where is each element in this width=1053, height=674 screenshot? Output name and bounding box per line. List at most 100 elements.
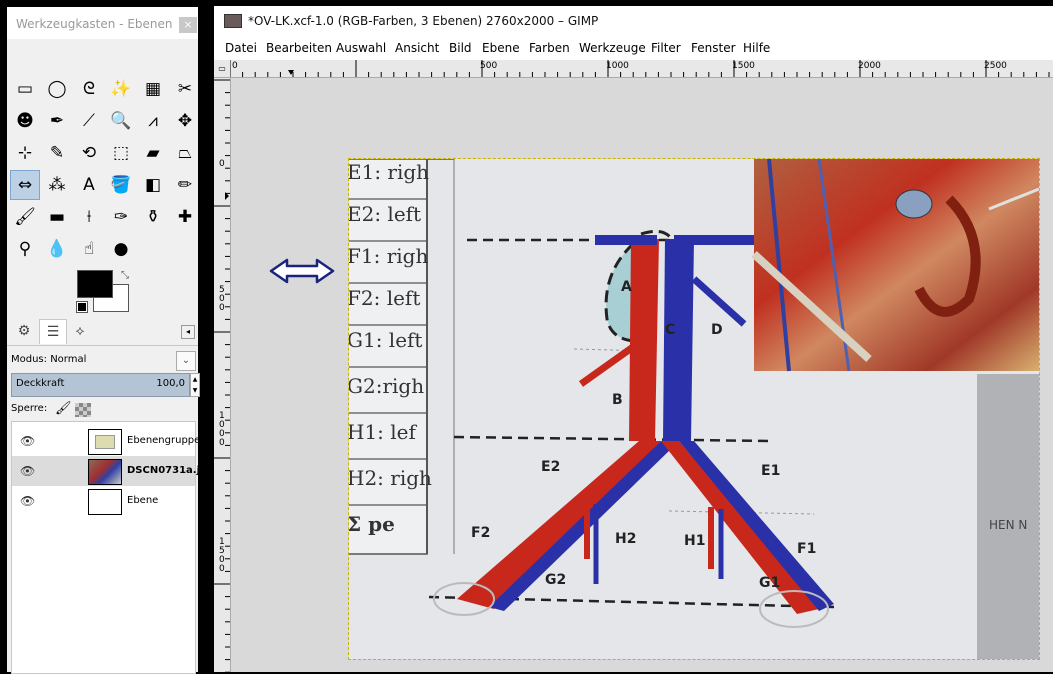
foreground-select-icon[interactable]: ☻ — [11, 107, 39, 135]
clone-icon[interactable]: ⚱ — [139, 203, 167, 231]
align-icon[interactable]: ⊹ — [11, 139, 39, 167]
paintbrush-icon[interactable]: 🖌 — [11, 203, 39, 231]
blur-icon[interactable]: 💧 — [43, 235, 71, 263]
opacity-spinner[interactable]: ▲ ▼ — [190, 373, 200, 397]
toolbox-titlebar[interactable]: Werkzeugkasten - Ebenen × — [7, 7, 198, 39]
ellipse-select-icon[interactable]: ◯ — [43, 75, 71, 103]
hruler-label: 0 — [232, 61, 238, 71]
image-label: H2 — [615, 531, 636, 547]
menu-filter[interactable]: Filter — [651, 41, 681, 55]
layer-row[interactable]: 👁 DSCN0731a.jp — [12, 456, 207, 486]
canvas-area[interactable]: A B C D E1 E2 F1 F2 G1 G2 H1 H2 E1: righ… — [231, 78, 1053, 672]
lock-alpha-icon[interactable] — [75, 403, 91, 417]
swap-colors-icon[interactable]: ⤡ — [121, 270, 129, 281]
zoom-icon[interactable]: 🔍 — [107, 107, 135, 135]
opacity-value: 100,0 — [156, 378, 185, 389]
mode-label[interactable]: Modus: Normal — [11, 354, 86, 365]
free-select-icon[interactable]: ᘓ — [75, 75, 103, 103]
image-window-icon — [224, 14, 242, 28]
eye-icon[interactable]: 👁 — [20, 464, 35, 478]
hruler-label: 500 — [480, 61, 498, 71]
paths-icon[interactable]: ✒ — [43, 107, 71, 135]
image-window: *OV-LK.xcf-1.0 (RGB-Farben, 3 Ebenen) 27… — [214, 6, 1053, 672]
image-titlebar[interactable]: *OV-LK.xcf-1.0 (RGB-Farben, 3 Ebenen) 27… — [214, 6, 1053, 36]
menu-ansicht[interactable]: Ansicht — [395, 41, 439, 55]
text-icon[interactable]: A — [75, 171, 103, 199]
layer-row[interactable]: 👁 Ebene — [12, 486, 195, 516]
fg-bg-colors[interactable]: ⤡ — [76, 270, 137, 318]
blend-icon[interactable]: ◧ — [139, 171, 167, 199]
dock-menu-icon[interactable]: ◂ — [181, 325, 195, 339]
menu-werkzeuge[interactable]: Werkzeuge — [579, 41, 646, 55]
image-label: C — [665, 322, 675, 338]
vertical-ruler[interactable]: 0 500 1000 1500 — [214, 78, 231, 672]
hruler-ticks — [230, 60, 1050, 77]
opacity-label: Deckkraft — [16, 378, 65, 389]
toolbox-title: Werkzeugkasten - Ebenen — [16, 17, 173, 31]
shear-icon[interactable]: ▰ — [139, 139, 167, 167]
ink-icon[interactable]: ✑ — [107, 203, 135, 231]
pencil-icon[interactable]: ✏ — [171, 171, 199, 199]
rect-select-icon[interactable]: ▭ — [11, 75, 39, 103]
table-row-text: Ʃ pe — [349, 512, 395, 536]
ruler-corner-icon[interactable]: ▭ — [214, 60, 231, 78]
double-arrow-icon[interactable] — [269, 256, 335, 286]
vruler-label: 500 — [219, 285, 225, 313]
heal-icon[interactable]: ✚ — [171, 203, 199, 231]
close-icon[interactable]: × — [179, 17, 197, 33]
menu-fenster[interactable]: Fenster — [691, 41, 736, 55]
toolbox-window: Werkzeugkasten - Ebenen × ▭ ◯ ᘓ ✨ ▦ ✂ ☻ ✒ ⟋ 🔍 ⩘ ✥ ⊹ ✎… — [0, 0, 207, 674]
chevron-down-icon[interactable]: ⌄ — [176, 351, 196, 371]
foreground-color-swatch[interactable] — [77, 270, 113, 298]
bucket-fill-icon[interactable]: 🪣 — [107, 171, 135, 199]
rotate-icon[interactable]: ⟲ — [75, 139, 103, 167]
paths-tab-icon[interactable]: ⟡ — [67, 319, 93, 343]
color-picker-icon[interactable]: ⟋ — [75, 107, 103, 135]
eye-icon[interactable]: 👁 — [20, 494, 35, 508]
vruler-label: 1500 — [219, 537, 225, 574]
perspective-clone-icon[interactable]: ⚲ — [11, 235, 39, 263]
menu-auswahl[interactable]: Auswahl — [336, 41, 386, 55]
layer-name[interactable]: Ebene — [127, 495, 158, 506]
cage-transform-icon[interactable]: ⁂ — [43, 171, 71, 199]
image-label: E1 — [761, 463, 780, 479]
layers-icon[interactable]: ☰ — [39, 319, 67, 344]
menubar: Datei Bearbeiten Auswahl Ansicht Bild Eb… — [214, 36, 1053, 58]
eye-icon[interactable]: 👁 — [20, 434, 35, 448]
horizontal-ruler[interactable]: 0 500 1000 1500 2000 2500 — [230, 60, 1053, 78]
menu-datei[interactable]: Datei — [225, 41, 257, 55]
image-label: A — [621, 279, 632, 295]
menu-farben[interactable]: Farben — [529, 41, 570, 55]
hruler-label: 1000 — [606, 61, 629, 71]
eraser-icon[interactable]: ▬ — [43, 203, 71, 231]
airbrush-icon[interactable]: ⟊ — [75, 203, 103, 231]
menu-bild[interactable]: Bild — [449, 41, 472, 55]
layer-name[interactable]: Ebenengruppe — [127, 435, 200, 446]
lock-pixels-icon[interactable]: 🖌 — [55, 401, 72, 416]
measure-icon[interactable]: ⩘ — [139, 107, 167, 135]
vruler-label: 1000 — [219, 411, 225, 448]
toolbox-body: ▭ ◯ ᘓ ✨ ▦ ✂ ☻ ✒ ⟋ 🔍 ⩘ ✥ ⊹ ✎ ⟲ ⬚ ▰ ⏢ ⇔ ⁂ A 🪣 ◧ ✏ 🖌 ▬ ⟊ ✑ ⚱ ✚ ⚲ 💧 ☝ ● ⤡ ⚙ ☰… — [7, 39, 207, 674]
tool-options-icon[interactable]: ⚙ — [11, 319, 37, 343]
scale-icon[interactable]: ⬚ — [107, 139, 135, 167]
menu-hilfe[interactable]: Hilfe — [743, 41, 770, 55]
hruler-label: 2000 — [858, 61, 881, 71]
lock-row: Sperre: 🖌 — [11, 401, 196, 419]
flip-icon[interactable]: ⇔ — [10, 170, 40, 200]
layer-row[interactable]: 👁 Ebenengruppe — [12, 426, 200, 456]
layer-name[interactable]: DSCN0731a.jp — [127, 465, 207, 476]
smudge-icon[interactable]: ☝ — [75, 235, 103, 263]
vruler-label: 0 — [219, 159, 225, 169]
menu-ebene[interactable]: Ebene — [482, 41, 520, 55]
opacity-slider[interactable]: Deckkraft 100,0 — [11, 373, 190, 397]
color-select-icon[interactable]: ▦ — [139, 75, 167, 103]
fuzzy-select-icon[interactable]: ✨ — [107, 75, 135, 103]
perspective-icon[interactable]: ⏢ — [171, 139, 199, 167]
scissors-select-icon[interactable]: ✂ — [171, 75, 199, 103]
image-layer[interactable]: A B C D E1 E2 F1 F2 G1 G2 H1 H2 E1: righ… — [348, 158, 1040, 660]
move-icon[interactable]: ✥ — [171, 107, 199, 135]
dodge-burn-icon[interactable]: ● — [107, 235, 135, 263]
default-colors-icon[interactable] — [76, 301, 88, 313]
menu-bearbeiten[interactable]: Bearbeiten — [266, 41, 332, 55]
crop-icon[interactable]: ✎ — [43, 139, 71, 167]
